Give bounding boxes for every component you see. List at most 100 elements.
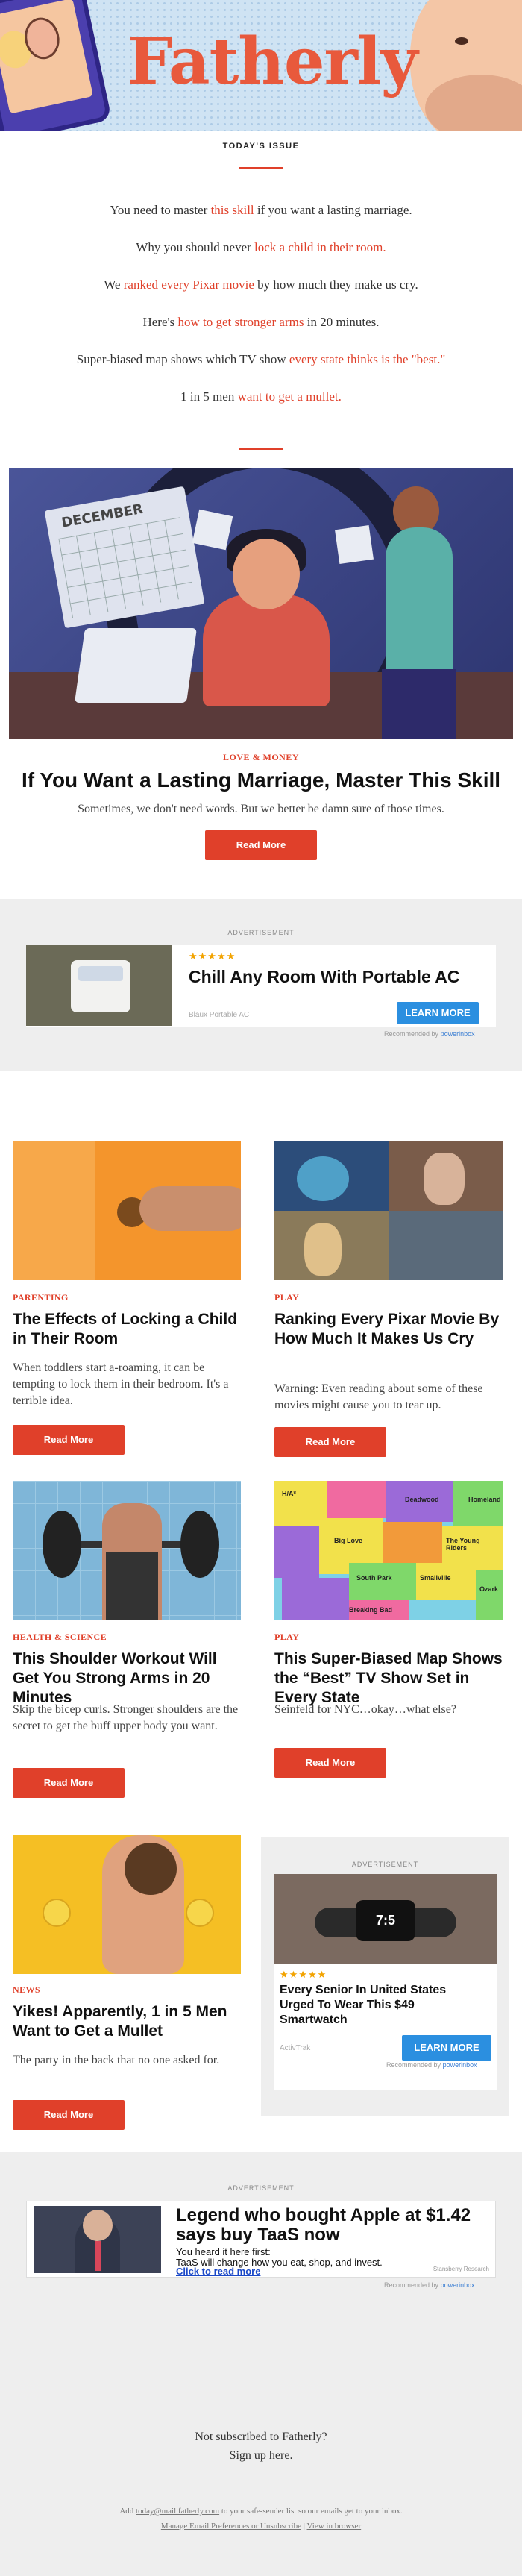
- ad-title[interactable]: Chill Any Room With Portable AC: [189, 966, 487, 988]
- ad-image[interactable]: 7:5: [274, 1874, 497, 1964]
- article-title[interactable]: This Shoulder Workout Will Get You Stron…: [13, 1649, 241, 1708]
- signup-link[interactable]: Sign up here.: [230, 2449, 293, 2462]
- toc-link[interactable]: ranked every Pixar movie: [124, 278, 254, 292]
- ad-text: You heard it here first:: [176, 2246, 271, 2257]
- map-image[interactable]: H/A* Deadwood Homeland Big Love The Youn…: [274, 1481, 503, 1620]
- powerinbox-logo: powerinbox: [442, 2061, 477, 2069]
- toc-item: You need to master this skill if you wan…: [110, 203, 412, 217]
- ad-card[interactable]: Legend who bought Apple at $1.42 says bu…: [26, 2201, 496, 2278]
- header-banner[interactable]: Fatherly: [0, 0, 522, 131]
- ad-section: ADVERTISEMENT 7:5 ★★★★★ Every Senior In …: [261, 1837, 509, 2116]
- hero-description: Sometimes, we don't need words. But we b…: [78, 803, 444, 815]
- man-legs: [382, 669, 456, 739]
- ad-card[interactable]: ★★★★★ Chill Any Room With Portable AC Bl…: [26, 945, 496, 1027]
- article-category[interactable]: PARENTING: [13, 1292, 69, 1303]
- woman-illustration: [203, 595, 330, 706]
- man-illustration: [386, 527, 453, 677]
- illustration-beard: [425, 75, 522, 131]
- article-title[interactable]: Ranking Every Pixar Movie By How Much It…: [274, 1310, 503, 1349]
- powerinbox-logo: powerinbox: [440, 2281, 475, 2289]
- map-state: [274, 1526, 319, 1578]
- tie-shape: [95, 2241, 101, 2271]
- article-image[interactable]: [13, 1835, 241, 1974]
- read-more-button[interactable]: Read More: [13, 1768, 125, 1798]
- article-description: Skip the bicep curls. Stronger shoulders…: [13, 1703, 239, 1732]
- weight-plate: [180, 1511, 219, 1578]
- article-category[interactable]: PLAY: [274, 1632, 299, 1643]
- ad-learn-more-button[interactable]: LEARN MORE: [402, 2035, 491, 2061]
- rating-stars: ★★★★★: [280, 1969, 327, 1981]
- ad-brand: Blaux Portable AC: [189, 1011, 250, 1019]
- read-more-button[interactable]: Read More: [274, 1427, 386, 1457]
- article-description: Warning: Even reading about some of thes…: [274, 1382, 483, 1411]
- divider-rule: [239, 448, 283, 450]
- powerinbox-logo: powerinbox: [440, 1030, 475, 1038]
- map-state: [383, 1522, 442, 1563]
- article-image[interactable]: [13, 1481, 241, 1620]
- map-state: [476, 1570, 503, 1620]
- article-image[interactable]: [274, 1141, 503, 1280]
- ad-sponsor: Stansberry Research: [433, 2266, 489, 2272]
- view-in-browser-link[interactable]: View in browser: [307, 2522, 362, 2530]
- email-link[interactable]: today@mail.fatherly.com: [136, 2507, 219, 2516]
- article-category[interactable]: HEALTH & SCIENCE: [13, 1632, 107, 1643]
- door-edge: [13, 1141, 95, 1280]
- toc-link[interactable]: lock a child in their room.: [254, 240, 386, 254]
- ad-read-more-link[interactable]: Click to read more: [176, 2266, 260, 2277]
- map-label: South Park: [356, 1574, 392, 1582]
- manage-preferences-link[interactable]: Manage Email Preferences or Unsubscribe: [161, 2522, 301, 2530]
- article-description: The party in the back that no one asked …: [13, 2054, 220, 2066]
- hero-title[interactable]: If You Want a Lasting Marriage, Master T…: [0, 768, 522, 792]
- ad-learn-more-button[interactable]: LEARN MORE: [397, 1002, 479, 1024]
- article-title[interactable]: This Super-Biased Map Shows the “Best” T…: [274, 1649, 503, 1708]
- hand-shape: [139, 1186, 241, 1231]
- map-label: The Young Riders: [446, 1537, 480, 1552]
- read-more-button[interactable]: Read More: [274, 1748, 386, 1778]
- calendar-illustration: DECEMBER: [44, 486, 205, 629]
- ad-image[interactable]: [34, 2206, 161, 2273]
- character-shape: [304, 1223, 342, 1276]
- movie-still: [389, 1211, 503, 1280]
- hero-read-more-button[interactable]: Read More: [205, 830, 317, 860]
- ad-section: ADVERTISEMENT Legend who bought Apple at…: [0, 2152, 522, 2298]
- character-shape: [424, 1153, 465, 1205]
- map-state: [453, 1481, 503, 1526]
- map-label: Ozark: [479, 1585, 499, 1593]
- emoji-scared-icon: [43, 1899, 71, 1927]
- recommended-by[interactable]: Recommended by powerinbox: [386, 2061, 477, 2069]
- hero-image[interactable]: DECEMBER: [9, 468, 513, 739]
- ad-card[interactable]: 7:5 ★★★★★ Every Senior In United States …: [274, 1874, 497, 2090]
- toc-link[interactable]: want to get a mullet.: [238, 389, 342, 404]
- safe-sender-text: Add today@mail.fatherly.com to your safe…: [119, 2507, 403, 2516]
- divider-rule: [239, 167, 283, 169]
- ad-label: ADVERTISEMENT: [227, 929, 295, 936]
- article-title[interactable]: The Effects of Locking a Child in Their …: [13, 1310, 241, 1349]
- ad-image[interactable]: [26, 945, 172, 1026]
- toc-item: Here's how to get stronger arms in 20 mi…: [142, 315, 380, 329]
- article-description: When toddlers start a-roaming, it can be…: [13, 1361, 229, 1407]
- newsletter-page: Fatherly TODAY'S ISSUE You need to maste…: [0, 0, 522, 2576]
- woman-head: [233, 539, 300, 609]
- article-category[interactable]: NEWS: [13, 1984, 40, 1996]
- not-subscribed-text: Not subscribed to Fatherly?: [195, 2431, 327, 2443]
- toc-link[interactable]: how to get stronger arms: [177, 315, 304, 329]
- fatherly-logo[interactable]: Fatherly: [112, 21, 433, 103]
- map-label: Homeland: [468, 1496, 501, 1503]
- toc-item: Why you should never lock a child in the…: [136, 240, 386, 254]
- hero-category[interactable]: LOVE & MONEY: [0, 752, 522, 763]
- ad-title[interactable]: Legend who bought Apple at $1.42 says bu…: [176, 2206, 489, 2245]
- article-category[interactable]: PLAY: [274, 1292, 299, 1303]
- recommended-by[interactable]: Recommended by powerinbox: [384, 2281, 475, 2289]
- footer-links: Manage Email Preferences or Unsubscribe …: [160, 2522, 362, 2530]
- map-label: Breaking Bad: [349, 1606, 393, 1614]
- toc-link[interactable]: every state thinks is the "best.": [289, 352, 445, 366]
- illustration-eye: [455, 37, 468, 45]
- read-more-button[interactable]: Read More: [13, 1425, 125, 1455]
- recommended-by[interactable]: Recommended by powerinbox: [384, 1030, 475, 1038]
- toc-link[interactable]: this skill: [211, 203, 254, 217]
- article-title[interactable]: Yikes! Apparently, 1 in 5 Men Want to Ge…: [13, 2002, 241, 2041]
- article-description: Seinfeld for NYC…okay…what else?: [274, 1703, 456, 1716]
- article-image[interactable]: [13, 1141, 241, 1280]
- ad-title[interactable]: Every Senior In United States Urged To W…: [280, 1983, 477, 2028]
- read-more-button[interactable]: Read More: [13, 2100, 125, 2130]
